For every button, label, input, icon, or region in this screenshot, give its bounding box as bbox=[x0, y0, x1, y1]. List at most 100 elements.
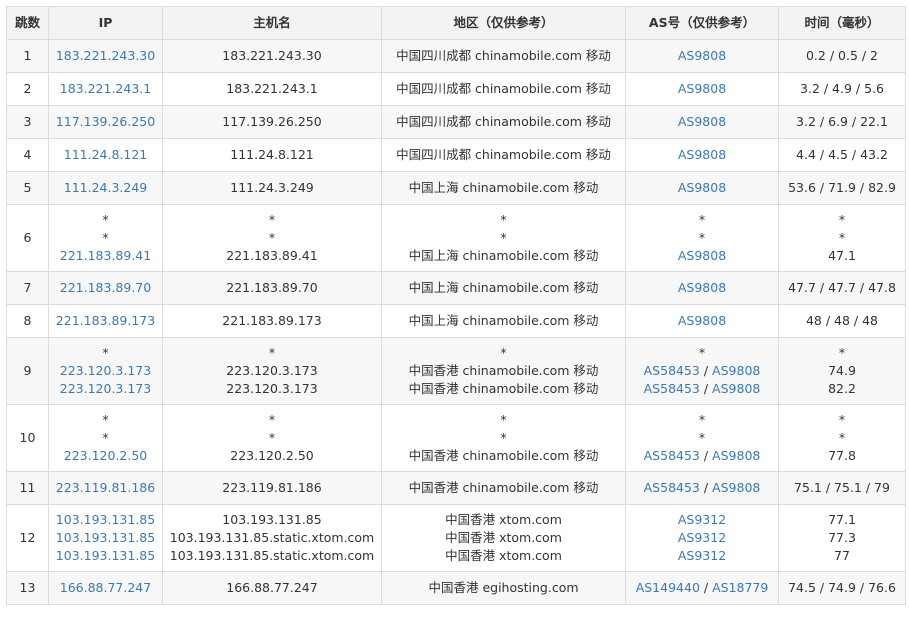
ip-cell: * * 223.120.2.50 bbox=[48, 404, 163, 472]
hostname-cell: 166.88.77.247 bbox=[162, 571, 382, 605]
ip-link[interactable]: 111.24.8.121 bbox=[51, 146, 160, 164]
ip-placeholder: * bbox=[102, 230, 109, 245]
time-text: 3.2 / 4.9 / 5.6 bbox=[800, 81, 884, 96]
ip-link[interactable]: 221.183.89.41 bbox=[51, 247, 160, 265]
as-link[interactable]: AS9808 bbox=[712, 448, 760, 463]
time-text: 74.5 / 74.9 / 76.6 bbox=[788, 580, 896, 595]
as-link[interactable]: AS9808 bbox=[678, 48, 726, 63]
time-text: 4.4 / 4.5 / 43.2 bbox=[796, 147, 888, 162]
region-text: 中国香港 xtom.com bbox=[445, 548, 562, 563]
as-link[interactable]: AS9808 bbox=[678, 114, 726, 129]
ip-link[interactable]: 221.183.89.70 bbox=[51, 279, 160, 297]
table-row: 8 221.183.89.173 221.183.89.173 中国上海 chinam… bbox=[6, 304, 906, 338]
as-link[interactable]: AS9808 bbox=[678, 180, 726, 195]
hostname-text: 223.119.81.186 bbox=[222, 480, 322, 495]
region-text: * bbox=[500, 345, 507, 360]
header-time-ms: 时间（毫秒） bbox=[778, 6, 906, 40]
as-link[interactable]: AS9808 bbox=[712, 363, 760, 378]
region-cell: 中国四川成都 chinamobile.com 移动 bbox=[381, 39, 626, 73]
as-link[interactable]: AS18779 bbox=[712, 580, 768, 595]
ip-link[interactable]: 103.193.131.85 bbox=[51, 511, 160, 529]
region-cell: 中国四川成都 chinamobile.com 移动 bbox=[381, 138, 626, 172]
time-text: 3.2 / 6.9 / 22.1 bbox=[796, 114, 888, 129]
region-cell: 中国上海 chinamobile.com 移动 bbox=[381, 271, 626, 305]
as-link[interactable]: AS58453 bbox=[644, 448, 700, 463]
ip-link[interactable]: 111.24.3.249 bbox=[51, 179, 160, 197]
hop-cell: 3 bbox=[6, 105, 49, 139]
ip-cell: 221.183.89.70 bbox=[48, 271, 163, 305]
region-cell: * 中国香港 chinamobile.com 移动 中国香港 chinamobile… bbox=[381, 337, 626, 405]
ip-link[interactable]: 223.119.81.186 bbox=[51, 479, 160, 497]
region-text: 中国香港 chinamobile.com 移动 bbox=[408, 480, 599, 495]
as-link[interactable]: AS58453 bbox=[644, 480, 700, 495]
as-line: AS9808 bbox=[628, 113, 776, 131]
as-line: AS58453 / AS9808 bbox=[628, 362, 776, 380]
as-link[interactable]: AS9808 bbox=[678, 313, 726, 328]
ip-cell: 223.119.81.186 bbox=[48, 471, 163, 505]
hostname-text: 221.183.89.70 bbox=[226, 280, 318, 295]
hop-cell: 9 bbox=[6, 337, 49, 405]
ip-link[interactable]: 103.193.131.85 bbox=[51, 547, 160, 565]
as-cell: AS9312 AS9312 AS9312 bbox=[625, 504, 779, 572]
as-separator: / bbox=[699, 480, 713, 495]
table-row: 6 * * 221.183.89.41 * * 221.183.89.41 * * 中国上海 ch… bbox=[6, 204, 906, 272]
hop-cell: 8 bbox=[6, 304, 49, 338]
hostname-text: 103.193.131.85 bbox=[222, 512, 322, 527]
ip-link[interactable]: 183.221.243.1 bbox=[51, 80, 160, 98]
as-link[interactable]: AS9808 bbox=[678, 248, 726, 263]
as-cell: AS9808 bbox=[625, 105, 779, 139]
as-link[interactable]: AS149440 bbox=[636, 580, 700, 595]
ip-link[interactable]: 166.88.77.247 bbox=[51, 579, 160, 597]
as-link[interactable]: AS9312 bbox=[678, 512, 726, 527]
header-hop: 跳数 bbox=[6, 6, 49, 40]
region-text: 中国香港 egihosting.com bbox=[428, 580, 579, 595]
as-cell: AS9808 bbox=[625, 39, 779, 73]
time-cell: * * 47.1 bbox=[778, 204, 906, 272]
as-line: AS9808 bbox=[628, 279, 776, 297]
hostname-text: 223.120.2.50 bbox=[230, 448, 314, 463]
region-cell: 中国上海 chinamobile.com 移动 bbox=[381, 171, 626, 205]
time-text: 75.1 / 75.1 / 79 bbox=[794, 480, 890, 495]
hostname-cell: * * 223.120.2.50 bbox=[162, 404, 382, 472]
hop-cell: 13 bbox=[6, 571, 49, 605]
ip-link[interactable]: 183.221.243.30 bbox=[51, 47, 160, 65]
hostname-text: * bbox=[268, 345, 276, 360]
as-link[interactable]: AS58453 bbox=[644, 381, 700, 396]
region-text: 中国香港 chinamobile.com 移动 bbox=[408, 448, 599, 463]
hostname-text: 103.193.131.85.static.xtom.com bbox=[169, 530, 375, 545]
as-link[interactable]: AS9808 bbox=[678, 280, 726, 295]
hop-cell: 4 bbox=[6, 138, 49, 172]
ip-link[interactable]: 223.120.2.50 bbox=[51, 447, 160, 465]
hostname-cell: * 223.120.3.173 223.120.3.173 bbox=[162, 337, 382, 405]
hop-cell: 10 bbox=[6, 404, 49, 472]
ip-link[interactable]: 223.120.3.173 bbox=[51, 362, 160, 380]
ip-link[interactable]: 221.183.89.173 bbox=[51, 312, 160, 330]
hostname-text: 223.120.3.173 bbox=[226, 381, 318, 396]
as-line: * bbox=[628, 344, 776, 362]
time-cell: 0.2 / 0.5 / 2 bbox=[778, 39, 906, 73]
ip-link[interactable]: 223.120.3.173 bbox=[51, 380, 160, 398]
as-link[interactable]: AS9808 bbox=[678, 147, 726, 162]
region-text: 中国四川成都 chinamobile.com 移动 bbox=[396, 81, 611, 96]
ip-link[interactable]: 103.193.131.85 bbox=[51, 529, 160, 547]
hostname-text: * bbox=[268, 212, 276, 227]
as-line: AS9312 bbox=[628, 547, 776, 565]
region-cell: 中国四川成都 chinamobile.com 移动 bbox=[381, 72, 626, 106]
as-link[interactable]: AS9808 bbox=[678, 81, 726, 96]
as-link[interactable]: AS9312 bbox=[678, 548, 726, 563]
as-link[interactable]: AS9312 bbox=[678, 530, 726, 545]
region-text: 中国上海 chinamobile.com 移动 bbox=[408, 248, 599, 263]
time-text: * bbox=[838, 430, 846, 445]
as-link[interactable]: AS9808 bbox=[712, 480, 760, 495]
as-separator: / bbox=[699, 580, 713, 595]
as-cell: * * AS9808 bbox=[625, 204, 779, 272]
time-cell: * * 77.8 bbox=[778, 404, 906, 472]
ip-cell: 166.88.77.247 bbox=[48, 571, 163, 605]
table-header-row: 跳数 IP 主机名 地区（仅供参考） AS号（仅供参考） 时间（毫秒） bbox=[6, 6, 906, 40]
ip-cell: 117.139.26.250 bbox=[48, 105, 163, 139]
time-cell: 3.2 / 6.9 / 22.1 bbox=[778, 105, 906, 139]
ip-link[interactable]: 117.139.26.250 bbox=[51, 113, 160, 131]
as-link[interactable]: AS9808 bbox=[712, 381, 760, 396]
hop-cell: 7 bbox=[6, 271, 49, 305]
as-link[interactable]: AS58453 bbox=[644, 363, 700, 378]
